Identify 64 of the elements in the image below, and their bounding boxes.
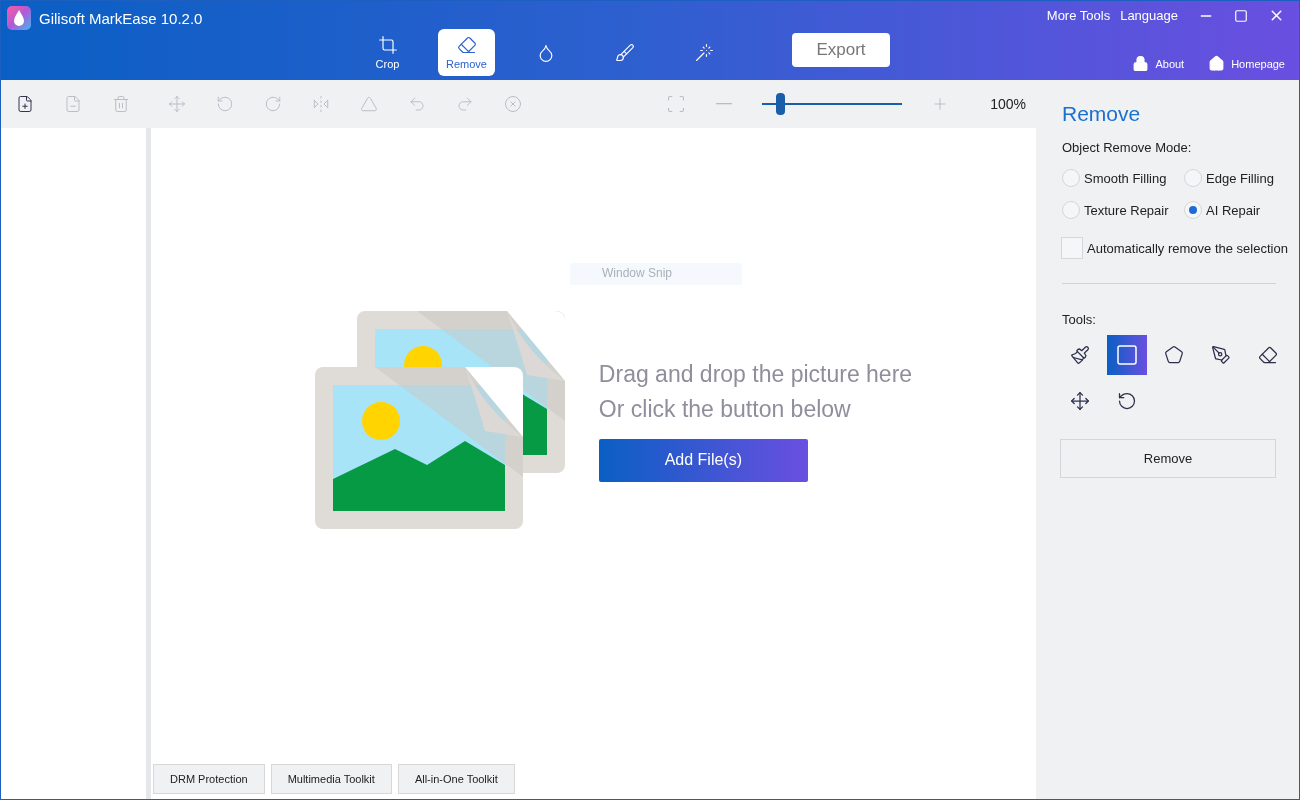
checkbox-label: Automatically remove the selection: [1087, 240, 1288, 256]
drop-hint: Drag and drop the picture here: [598, 360, 913, 388]
mode-radio[interactable]: Smooth Filling: [1062, 169, 1184, 187]
panel-title: Remove: [1062, 102, 1142, 126]
header-link[interactable]: Language: [1120, 8, 1178, 23]
file-minus-icon: [64, 95, 82, 113]
checkbox[interactable]: [1061, 237, 1083, 259]
brush-icon: [1070, 345, 1090, 365]
window-title: Gilisoft MarkEase 10.2.0: [39, 10, 203, 27]
triangle-icon: [360, 95, 378, 113]
move-icon: [1070, 391, 1090, 411]
home-icon: [1208, 55, 1226, 72]
trash-icon: [112, 95, 130, 113]
move-icon: [168, 95, 186, 113]
mode-radio[interactable]: Edge Filling: [1184, 169, 1294, 187]
redo-icon: [456, 95, 474, 113]
rotate-left-icon: [216, 95, 234, 113]
nav-tab[interactable]: Remove: [438, 29, 495, 76]
maximize-icon[interactable]: [1234, 8, 1248, 23]
toolkit-button[interactable]: DRM Protection: [153, 764, 265, 794]
pentagon-icon: [1164, 345, 1184, 365]
flip-horizontal-icon: [312, 95, 330, 113]
crop-icon: [377, 35, 398, 55]
homepage-link[interactable]: Homepage: [1208, 55, 1285, 72]
radio-icon[interactable]: [1062, 169, 1080, 187]
export-button[interactable]: Export: [792, 33, 890, 67]
remove-button[interactable]: Remove: [1060, 439, 1276, 478]
app-logo-icon: [7, 6, 31, 30]
eraser-icon: [1258, 345, 1278, 365]
zoom-reading: 100%: [990, 96, 1026, 112]
header-link[interactable]: More Tools: [1046, 8, 1111, 23]
file-plus-icon: [16, 95, 34, 113]
pen-icon: [1211, 345, 1231, 365]
radio-label: Edge Filling: [1206, 170, 1274, 186]
tools-label: Tools:: [1062, 312, 1097, 327]
drop-hint: Or click the button below: [598, 395, 852, 423]
radio-icon[interactable]: [1184, 169, 1202, 187]
about-link[interactable]: About: [1132, 55, 1185, 72]
snip-tooltip: Window Snip: [570, 263, 742, 285]
add-files-button[interactable]: Add File(s): [598, 438, 808, 482]
mode-radio[interactable]: Texture Repair: [1062, 201, 1184, 219]
brush-icon: [614, 42, 635, 63]
square-icon: [1115, 343, 1139, 367]
lock-icon: [1132, 55, 1150, 72]
toolkit-button[interactable]: All-in-One Toolkit: [397, 764, 515, 794]
eraser-icon: [456, 35, 477, 55]
minus-icon: [716, 103, 733, 105]
circle-x-icon: [504, 95, 522, 113]
radio-label: Texture Repair: [1084, 202, 1169, 218]
rotate-right-icon: [264, 95, 282, 113]
undo-icon: [408, 95, 426, 113]
slider-thumb[interactable]: [776, 93, 786, 115]
toolkit-button[interactable]: Multimedia Toolkit: [270, 764, 392, 794]
radio-label: AI Repair: [1206, 202, 1261, 218]
wand-icon: [693, 42, 714, 63]
radio-icon[interactable]: [1184, 201, 1202, 219]
mode-radio[interactable]: AI Repair: [1184, 201, 1294, 219]
mode-label: Object Remove Mode:: [1062, 140, 1193, 155]
radio-label: Smooth Filling: [1084, 170, 1167, 186]
rectangle-tool[interactable]: [1107, 335, 1147, 375]
fit-icon: [666, 94, 687, 114]
nav-tab[interactable]: Crop: [359, 29, 416, 76]
radio-icon[interactable]: [1062, 201, 1080, 219]
rotate-left-icon: [1117, 391, 1137, 411]
